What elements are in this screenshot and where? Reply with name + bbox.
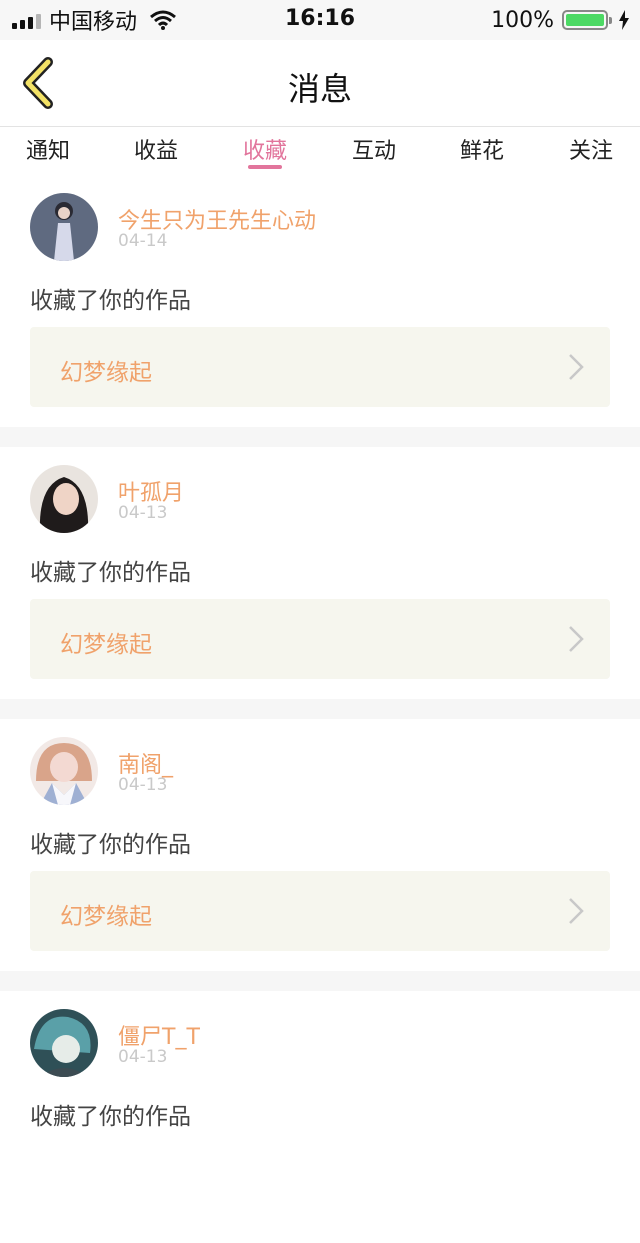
work-title: 幻梦缘起 [60,632,152,658]
message-date: 04-13 [118,503,168,523]
action-text: 收藏了你的作品 [30,560,191,586]
action-text: 收藏了你的作品 [30,832,191,858]
status-right: 100% [491,6,630,34]
tab-flowers[interactable]: 鲜花 [442,133,522,165]
battery-fill [566,14,604,26]
message-date: 04-14 [118,231,168,251]
chevron-right-icon [569,626,584,652]
card-separator [0,699,640,719]
message-card: 僵尸T_T 04-13 收藏了你的作品 [0,991,640,1243]
message-card: 叶孤月 04-13 收藏了你的作品 幻梦缘起 [0,447,640,699]
message-list: 今生只为王先生心动 04-14 收藏了你的作品 幻梦缘起 叶孤月 04-13 收… [0,175,640,1243]
battery-percent: 100% [491,7,554,33]
message-date: 04-13 [118,775,168,795]
battery-icon [562,10,612,30]
charging-bolt-icon [619,10,629,30]
avatar[interactable] [30,1009,98,1077]
tab-follows[interactable]: 关注 [551,133,631,165]
card-separator [0,971,640,991]
work-link[interactable]: 幻梦缘起 [30,871,610,951]
avatar[interactable] [30,737,98,805]
work-title: 幻梦缘起 [60,360,152,386]
chevron-right-icon [569,354,584,380]
status-bar: 中国移动 16:16 100% [0,0,640,40]
message-card: 南阁_ 04-13 收藏了你的作品 幻梦缘起 [0,719,640,971]
avatar[interactable] [30,465,98,533]
tab-notifications[interactable]: 通知 [8,133,88,165]
work-title: 幻梦缘起 [60,904,152,930]
work-link[interactable]: 幻梦缘起 [30,599,610,679]
active-tab-indicator [248,165,282,169]
work-link[interactable]: 幻梦缘起 [30,327,610,407]
chevron-right-icon [569,898,584,924]
message-date: 04-13 [118,1047,168,1067]
action-text: 收藏了你的作品 [30,288,191,314]
tab-favorites[interactable]: 收藏 [225,133,305,165]
header: 消息 [0,40,640,127]
tab-interactions[interactable]: 互动 [334,133,414,165]
tab-bar: 通知 收益 收藏 互动 鲜花 关注 [0,127,640,175]
message-card: 今生只为王先生心动 04-14 收藏了你的作品 幻梦缘起 [0,175,640,427]
avatar[interactable] [30,193,98,261]
card-separator [0,427,640,447]
tab-earnings[interactable]: 收益 [116,133,196,165]
action-text: 收藏了你的作品 [30,1104,191,1130]
page-title: 消息 [287,70,352,108]
